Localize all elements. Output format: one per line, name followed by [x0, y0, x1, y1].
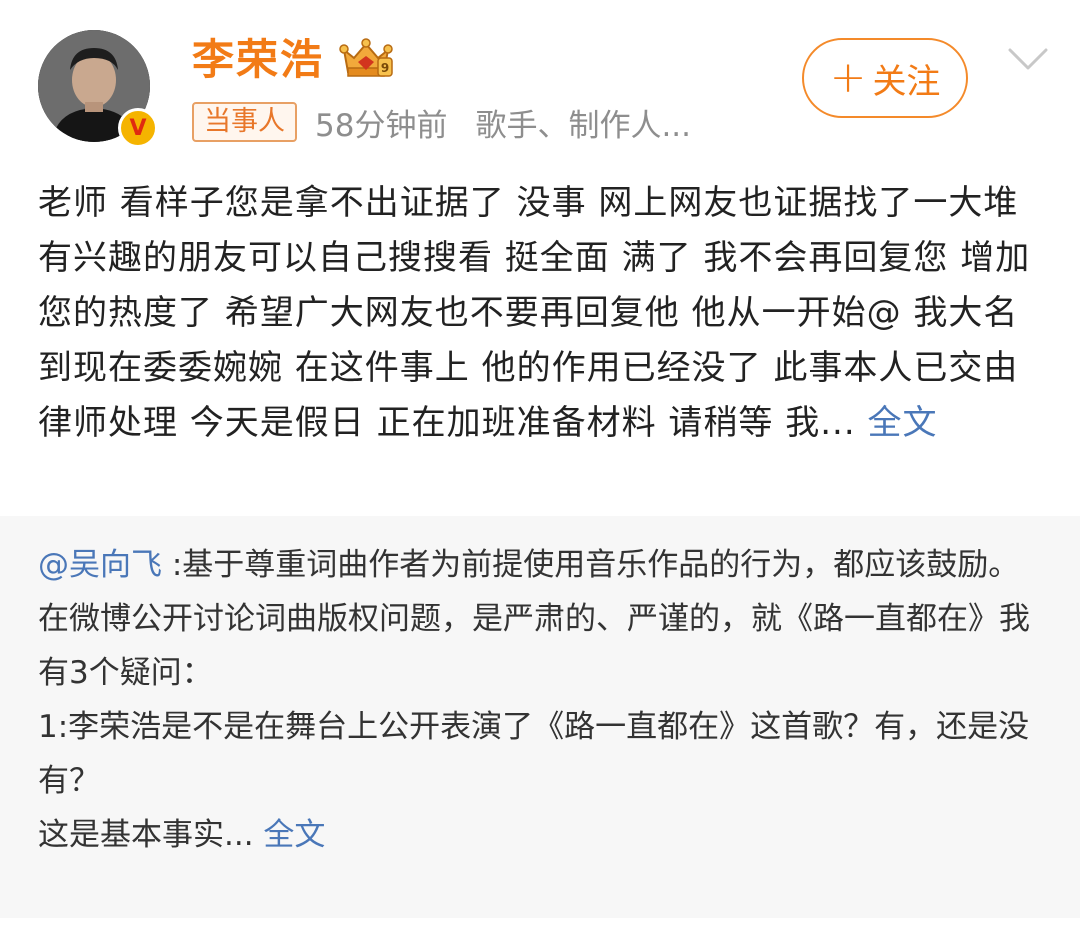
expand-full-text-link[interactable]: 全文 [867, 403, 937, 443]
plus-icon: + [829, 52, 867, 103]
reposted-content[interactable]: @吴向飞 :基于尊重词曲作者为前提使用音乐作品的行为，都应该鼓励。 在微博公开讨… [0, 516, 1080, 918]
avatar-container[interactable]: V [38, 30, 158, 148]
repost-expand-full-text-link[interactable]: 全文 [263, 817, 325, 853]
svg-text:9: 9 [381, 61, 389, 75]
repost-line-4: 这是基本事实... 全文 [38, 808, 1046, 862]
repost-line-2: 在微博公开讨论词曲版权问题，是严肃的、严谨的，就《路一直都在》我有3个疑问： [38, 601, 1030, 691]
meta-row: 当事人 58分钟前 歌手、制作人... [192, 100, 691, 144]
party-tag: 当事人 [192, 102, 297, 142]
follow-label: 关注 [872, 61, 941, 102]
repost-line-1-text: :基于尊重词曲作者为前提使用音乐作品的行为，都应该鼓励。 [162, 547, 1020, 583]
username[interactable]: 李荣浩 [192, 32, 324, 88]
verified-v-icon: V [118, 108, 158, 148]
chevron-down-icon[interactable] [1006, 42, 1050, 76]
crown-vip-badge-icon[interactable]: 9 [338, 36, 394, 80]
post-content: 老师 看样子您是拿不出证据了 没事 网上网友也证据找了一大堆 有兴趣的朋友可以自… [38, 176, 1048, 451]
repost-text: @吴向飞 :基于尊重词曲作者为前提使用音乐作品的行为，都应该鼓励。 在微博公开讨… [38, 538, 1046, 862]
weibo-post: V 李荣浩 9 当事人 58分钟前 歌手、制作人... + 关注 老师 看样子您… [0, 0, 1080, 926]
user-description: 歌手、制作人... [475, 107, 692, 144]
post-time: 58分钟前 [315, 107, 448, 144]
repost-line-1: @吴向飞 :基于尊重词曲作者为前提使用音乐作品的行为，都应该鼓励。 [38, 538, 1046, 592]
repost-line-4-text: 这是基本事实... [38, 817, 254, 853]
mention-link[interactable]: @吴向飞 [38, 547, 162, 583]
repost-line-3: 1:李荣浩是不是在舞台上公开表演了《路一直都在》这首歌？有，还是没有？ [38, 709, 1030, 799]
follow-button[interactable]: + 关注 [802, 38, 968, 118]
